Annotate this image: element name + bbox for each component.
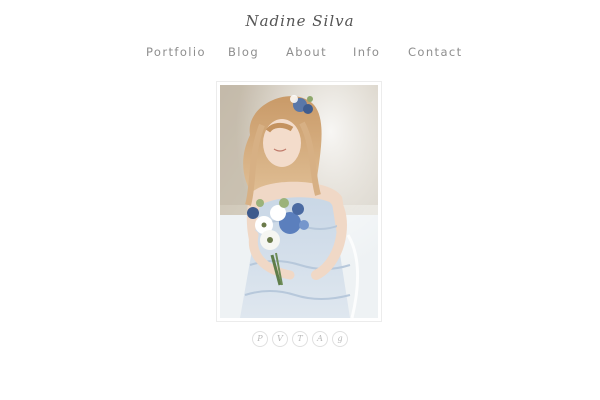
google-plus-icon[interactable]: g bbox=[332, 331, 348, 347]
featured-photo-frame bbox=[216, 81, 382, 322]
main-nav: Portfolio Blog About Info Contact bbox=[0, 44, 600, 62]
pinterest-icon[interactable]: P bbox=[252, 331, 268, 347]
nav-item-about[interactable]: About bbox=[286, 44, 327, 60]
social-links: P V T A g bbox=[252, 331, 348, 349]
tumblr-icon[interactable]: T bbox=[292, 331, 308, 347]
featured-photo[interactable] bbox=[220, 85, 378, 318]
instagram-icon[interactable]: A bbox=[312, 331, 328, 347]
nav-item-portfolio[interactable]: Portfolio bbox=[146, 44, 206, 60]
vimeo-icon[interactable]: V bbox=[272, 331, 288, 347]
nav-item-blog[interactable]: Blog bbox=[228, 44, 259, 60]
nav-item-info[interactable]: Info bbox=[353, 44, 380, 60]
photo-illustration bbox=[220, 85, 378, 318]
nav-item-contact[interactable]: Contact bbox=[408, 44, 463, 60]
site-logo[interactable]: Nadine Silva bbox=[0, 10, 600, 32]
